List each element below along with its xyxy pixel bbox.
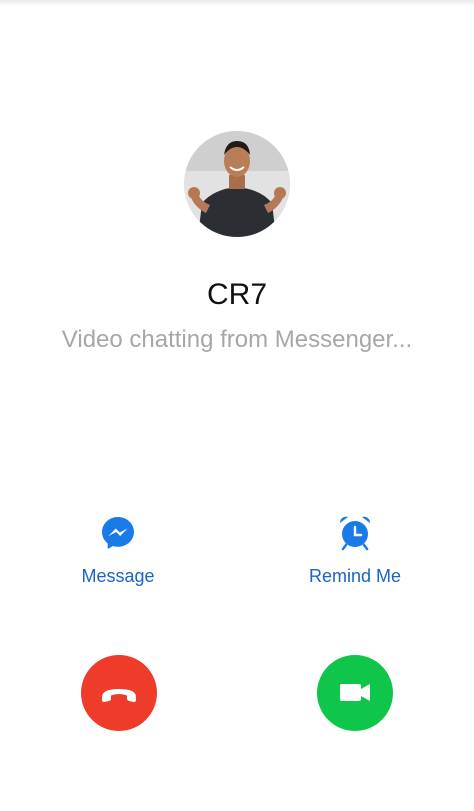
caller-name: CR7	[206, 278, 267, 311]
caller-avatar	[184, 131, 290, 237]
video-camera-icon	[340, 684, 370, 701]
status-bar-shadow	[0, 0, 474, 6]
alarm-clock-icon	[335, 512, 375, 552]
message-button[interactable]: Message	[28, 512, 208, 587]
call-status-text: Video chatting from Messenger...	[61, 326, 413, 353]
remind-me-label: Remind Me	[308, 566, 402, 586]
messenger-icon	[98, 512, 138, 552]
remind-me-button[interactable]: Remind Me	[265, 512, 445, 587]
message-label: Message	[81, 566, 155, 586]
hang-up-phone-icon	[102, 689, 136, 702]
decline-call-button[interactable]	[81, 655, 157, 731]
accept-video-call-button[interactable]	[317, 655, 393, 731]
